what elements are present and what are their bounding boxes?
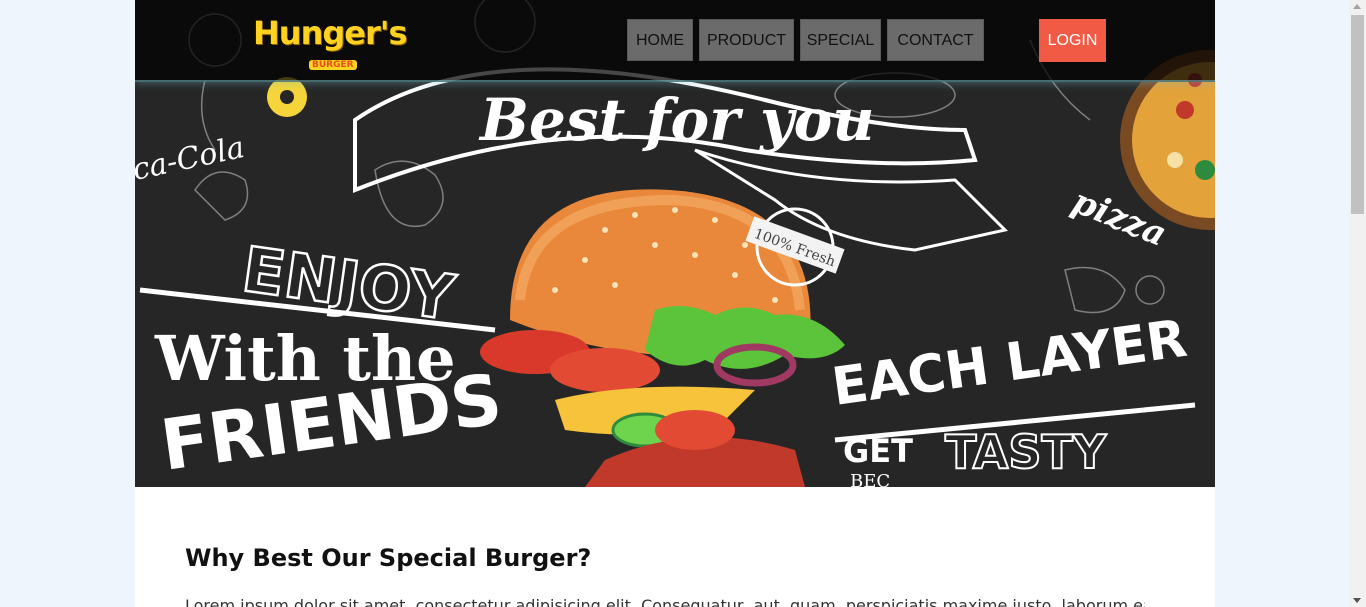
brand-logo[interactable]: Hunger's BURGER xyxy=(253,8,408,74)
nav-home[interactable]: HOME xyxy=(627,19,693,61)
section-title: Why Best Our Special Burger? xyxy=(185,544,592,572)
brand-sub: BURGER xyxy=(309,60,357,70)
scrollbar-thumb[interactable] xyxy=(1351,15,1364,214)
nav-contact[interactable]: CONTACT xyxy=(887,19,984,61)
hero-headline: Best for you xyxy=(478,86,875,154)
page-scrollbar[interactable] xyxy=(1349,0,1366,607)
tasty-text: TASTY xyxy=(945,425,1107,479)
chevron-down-icon[interactable] xyxy=(1353,598,1361,603)
login-button[interactable]: LOGIN xyxy=(1039,19,1106,62)
chevron-up-icon[interactable] xyxy=(1353,4,1361,9)
top-navbar: Hunger's BURGER HOME PRODUCT SPECIAL CON… xyxy=(135,0,1215,82)
partial-text: BEC xyxy=(850,471,890,487)
nav-special[interactable]: SPECIAL xyxy=(800,19,881,61)
section-text: Lorem ipsum dolor sit amet, consectetur … xyxy=(185,596,1145,607)
nav-product[interactable]: PRODUCT xyxy=(699,19,794,61)
page-container: Best for you ca-Cola pizza ENJOY With th… xyxy=(135,0,1215,607)
brand-name: Hunger's xyxy=(253,14,408,52)
get-text: GET xyxy=(843,432,913,470)
